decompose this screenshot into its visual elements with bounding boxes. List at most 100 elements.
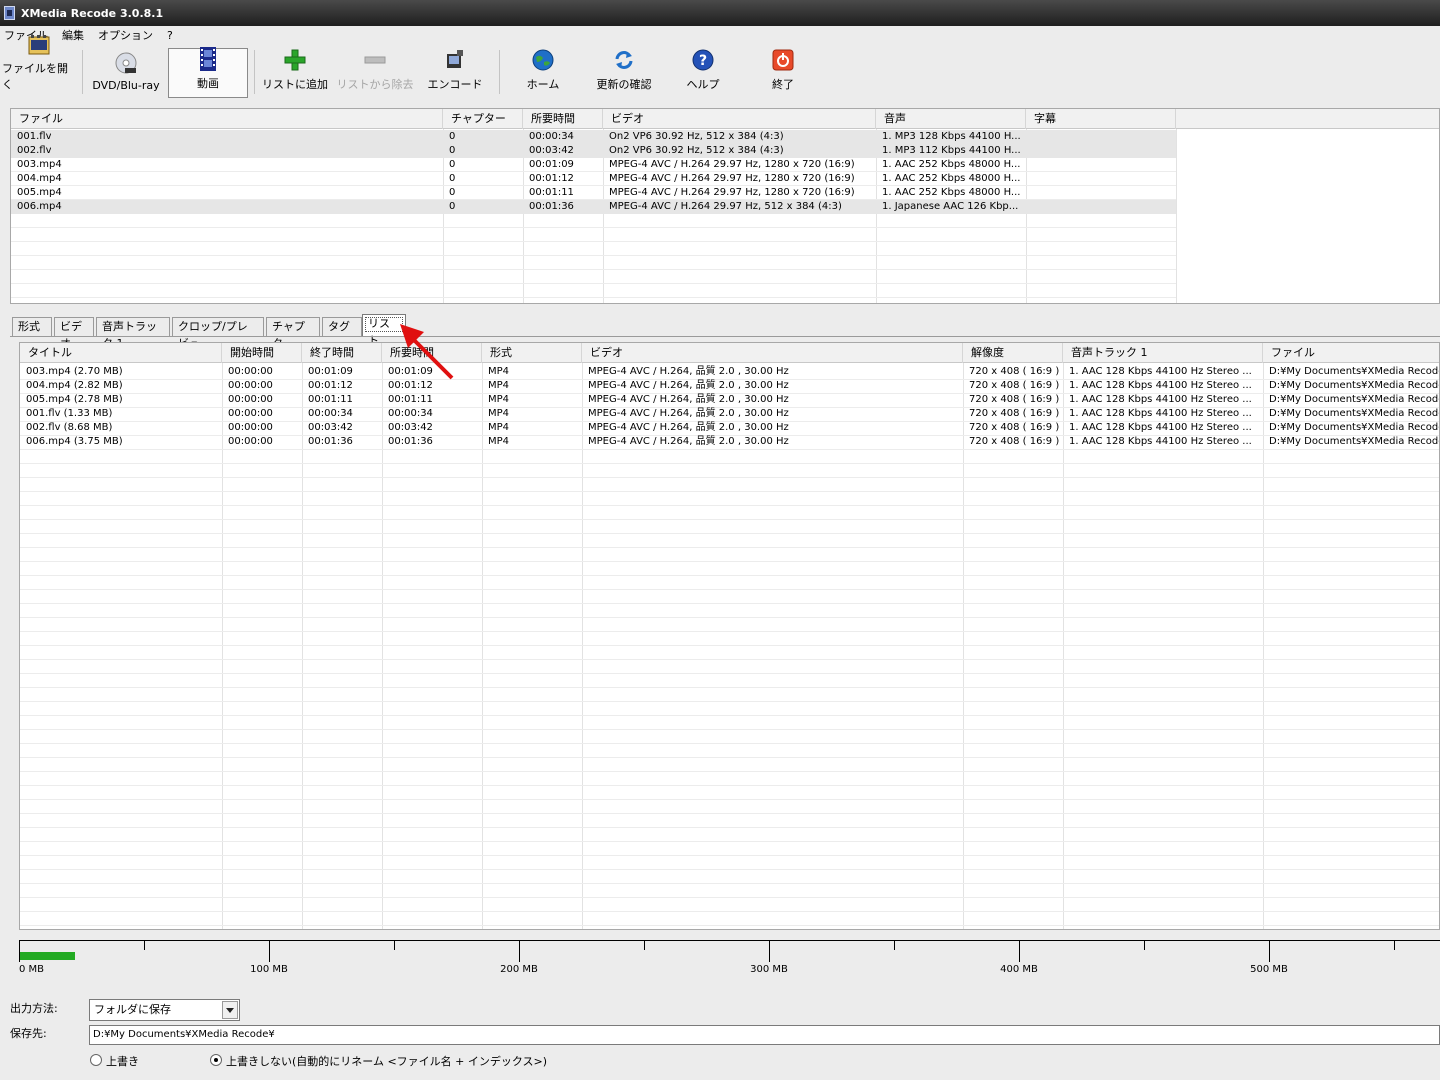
source-cell-duration: 00:01:09: [529, 159, 574, 170]
size-tick-label: 100 MB: [250, 964, 288, 975]
job-cell-file: D:¥My Documents¥XMedia Recode¥: [1269, 408, 1440, 419]
col-chapters[interactable]: チャプター: [443, 109, 523, 129]
tab-format[interactable]: 形式: [12, 317, 52, 336]
job-cell-title: 006.mp4 (3.75 MB): [26, 436, 123, 447]
job-table-row[interactable]: 001.flv (1.33 MB) 00:00:00 00:00:34 00:00:3…: [20, 407, 1439, 421]
encode-button[interactable]: エンコード: [420, 48, 490, 98]
check-update-button[interactable]: 更新の確認: [586, 48, 662, 98]
size-tick-label: 200 MB: [500, 964, 538, 975]
job-cell-audio: 1. AAC 128 Kbps 44100 Hz Stereo ...: [1069, 436, 1252, 447]
tab-chapters[interactable]: チャプター: [266, 317, 320, 350]
source-cell-audio: 1. AAC 252 Kbps 48000 H...: [882, 187, 1021, 198]
grid-row-line: [20, 519, 1439, 520]
job-cell-file: D:¥My Documents¥XMedia Recode¥: [1269, 394, 1440, 405]
col-format[interactable]: 形式: [482, 343, 582, 363]
refresh-icon: [612, 48, 636, 72]
col-start[interactable]: 開始時間: [222, 343, 302, 363]
menu-help[interactable]: ?: [167, 29, 173, 42]
tab-tags[interactable]: タグ: [322, 317, 362, 336]
open-file-button[interactable]: ファイルを開く: [2, 35, 76, 98]
source-cell-chapters: 0: [449, 159, 456, 170]
job-table-row[interactable]: 006.mp4 (3.75 MB) 00:00:00 00:01:36 00:01:3…: [20, 435, 1439, 449]
job-table-row[interactable]: 003.mp4 (2.70 MB) 00:00:00 00:01:09 00:01:0…: [20, 365, 1439, 379]
grid-column-line: [1176, 129, 1177, 303]
grid-row-line: [20, 799, 1439, 800]
source-table-row[interactable]: 003.mp4 0 00:01:09 MPEG-4 AVC / H.264 29.97…: [11, 158, 1176, 172]
job-list-table[interactable]: タイトル 開始時間 終了時間 所要時間 形式 ビデオ 解像度 音声トラック 1 …: [19, 342, 1440, 930]
job-cell-format: MP4: [488, 394, 510, 405]
source-cell-file: 002.flv: [17, 145, 52, 156]
job-cell-file: D:¥My Documents¥XMedia Recode¥: [1269, 366, 1440, 377]
col-title[interactable]: タイトル: [20, 343, 222, 363]
video-button[interactable]: 動画: [168, 47, 248, 98]
menu-edit[interactable]: 編集: [62, 27, 84, 43]
job-table-row[interactable]: 002.flv (8.68 MB) 00:00:00 00:03:42 00:03:4…: [20, 421, 1439, 435]
job-cell-audio: 1. AAC 128 Kbps 44100 Hz Stereo ...: [1069, 394, 1252, 405]
col-video[interactable]: ビデオ: [603, 109, 876, 129]
job-cell-start: 00:00:00: [228, 408, 273, 419]
output-method-select[interactable]: フォルダに保存: [89, 999, 240, 1021]
job-cell-video: MPEG-4 AVC / H.264, 品質 2.0 , 30.00 Hz: [588, 366, 789, 377]
menu-options[interactable]: オプション: [98, 27, 153, 43]
grid-row-line: [20, 463, 1439, 464]
no-overwrite-radio[interactable]: [210, 1054, 222, 1066]
source-cell-file: 005.mp4: [17, 187, 62, 198]
job-cell-end: 00:00:34: [308, 408, 353, 419]
add-to-list-button[interactable]: リストに追加: [260, 48, 330, 98]
remove-from-list-button[interactable]: リストから除去: [336, 48, 414, 98]
job-cell-format: MP4: [488, 436, 510, 447]
source-file-table[interactable]: ファイル チャプター 所要時間 ビデオ 音声 字幕 001.flv 0 00:00:…: [10, 108, 1440, 304]
dvd-bluray-button[interactable]: DVD/Blu-ray: [88, 48, 164, 98]
col-duration[interactable]: 所要時間: [523, 109, 603, 129]
exit-button[interactable]: 終了: [748, 48, 818, 98]
col-resolution[interactable]: 解像度: [963, 343, 1063, 363]
source-cell-duration: 00:01:12: [529, 173, 574, 184]
col-end[interactable]: 終了時間: [302, 343, 382, 363]
size-tick-label: 0 MB: [19, 964, 45, 975]
job-cell-start: 00:00:00: [228, 422, 273, 433]
grid-row-line: [20, 449, 1439, 450]
job-cell-audio: 1. AAC 128 Kbps 44100 Hz Stereo ...: [1069, 380, 1252, 391]
disc-icon: [114, 51, 138, 75]
job-cell-start: 00:00:00: [228, 436, 273, 447]
svg-text:?: ?: [699, 53, 707, 69]
grid-row-line: [20, 547, 1439, 548]
chevron-down-icon[interactable]: [222, 1001, 238, 1019]
grid-row-line: [11, 227, 1176, 228]
job-table-row[interactable]: 004.mp4 (2.82 MB) 00:00:00 00:01:12 00:01:1…: [20, 379, 1439, 393]
destination-path-field[interactable]: D:¥My Documents¥XMedia Recode¥: [89, 1025, 1440, 1045]
col-output-file[interactable]: ファイル: [1263, 343, 1439, 363]
source-cell-video: MPEG-4 AVC / H.264 29.97 Hz, 1280 x 720 …: [609, 159, 855, 170]
source-table-row[interactable]: 002.flv 0 00:03:42 On2 VP6 30.92 Hz, 512 x …: [11, 144, 1176, 158]
size-major-tick: [19, 940, 20, 962]
source-cell-video: MPEG-4 AVC / H.264 29.97 Hz, 512 x 384 (…: [609, 201, 842, 212]
source-table-row[interactable]: 005.mp4 0 00:01:11 MPEG-4 AVC / H.264 29.97…: [11, 186, 1176, 200]
help-button[interactable]: ? ヘルプ: [668, 48, 738, 98]
source-table-row[interactable]: 004.mp4 0 00:01:12 MPEG-4 AVC / H.264 29.97…: [11, 172, 1176, 186]
col-file[interactable]: ファイル: [11, 109, 443, 129]
tab-crop-preview[interactable]: クロップ/プレビュー: [172, 317, 264, 350]
col-subtitle[interactable]: 字幕: [1026, 109, 1176, 129]
job-table-row[interactable]: 005.mp4 (2.78 MB) 00:00:00 00:01:11 00:01:1…: [20, 393, 1439, 407]
job-cell-file: D:¥My Documents¥XMedia Recode¥: [1269, 436, 1440, 447]
grid-row-line: [20, 603, 1439, 604]
source-cell-video: MPEG-4 AVC / H.264 29.97 Hz, 1280 x 720 …: [609, 187, 855, 198]
job-cell-duration: 00:00:34: [388, 408, 433, 419]
tab-audio-track[interactable]: 音声トラック 1: [96, 317, 170, 350]
overwrite-radio[interactable]: [90, 1054, 102, 1066]
home-button[interactable]: ホーム: [508, 48, 578, 98]
grid-row-line: [20, 785, 1439, 786]
job-cell-resolution: 720 x 408 ( 16:9 ): [969, 436, 1060, 447]
source-table-row[interactable]: 001.flv 0 00:00:34 On2 VP6 30.92 Hz, 512 x …: [11, 130, 1176, 144]
source-table-row[interactable]: 006.mp4 0 00:01:36 MPEG-4 AVC / H.264 29.97…: [11, 200, 1176, 214]
open-file-icon: [27, 34, 51, 56]
tab-video[interactable]: ビデオ: [54, 317, 94, 350]
size-tick-label: 300 MB: [750, 964, 788, 975]
grid-row-line: [20, 841, 1439, 842]
grid-row-line: [20, 729, 1439, 730]
col-audio[interactable]: 音声: [876, 109, 1026, 129]
col-job-video[interactable]: ビデオ: [582, 343, 963, 363]
job-table-header: タイトル 開始時間 終了時間 所要時間 形式 ビデオ 解像度 音声トラック 1 …: [20, 343, 1439, 363]
col-audio-track[interactable]: 音声トラック 1: [1063, 343, 1263, 363]
source-cell-chapters: 0: [449, 131, 456, 142]
